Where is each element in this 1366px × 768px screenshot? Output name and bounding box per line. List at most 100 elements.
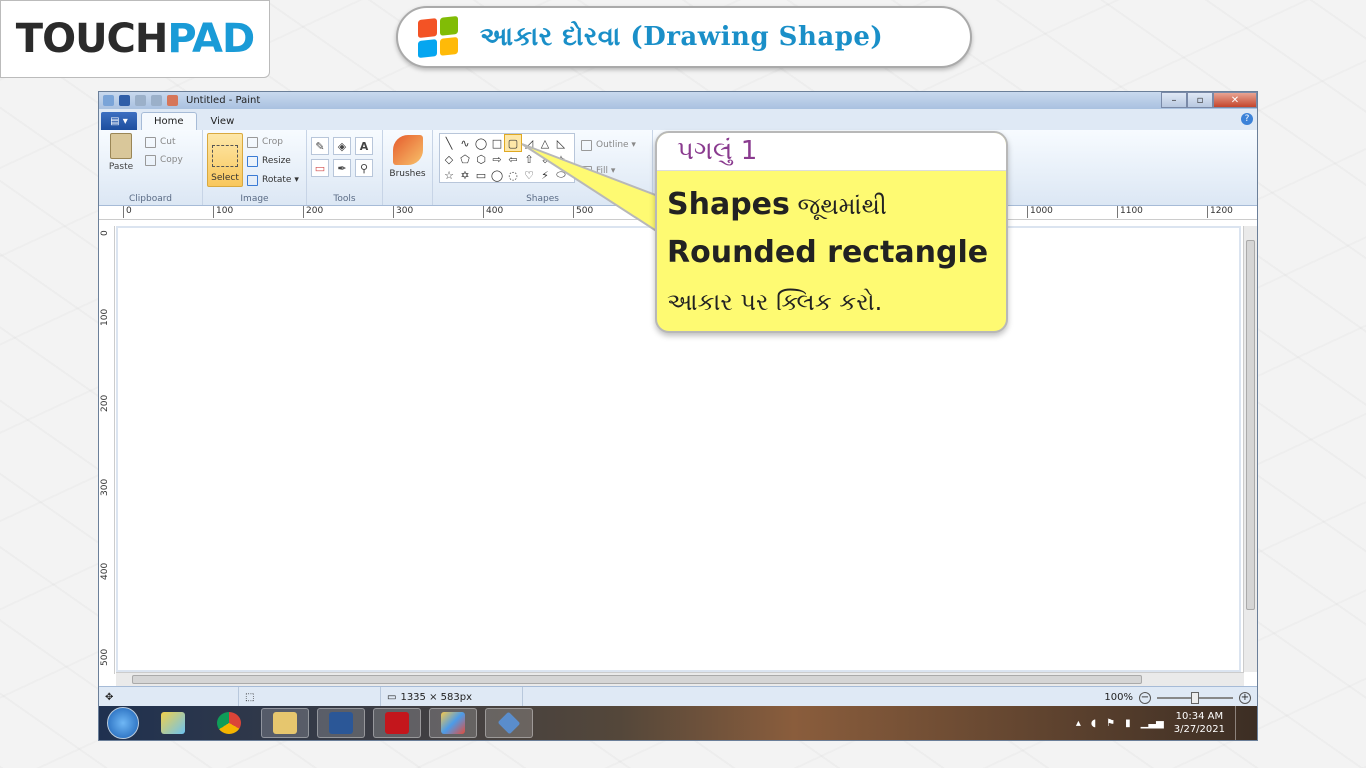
eraser-tool-icon[interactable]: ▭ xyxy=(311,159,329,177)
ruler-v-tick: 500 xyxy=(100,648,110,666)
down-arrow-shape-icon[interactable]: ⇩ xyxy=(537,151,553,167)
color-picker-icon[interactable]: ✒ xyxy=(333,159,351,177)
rectangle-shape-icon[interactable]: □ xyxy=(489,135,505,151)
paste-button[interactable]: Paste xyxy=(103,133,139,191)
show-desktop-button[interactable] xyxy=(1235,706,1245,740)
taskbar-explorer-item[interactable] xyxy=(261,708,309,738)
scissors-icon xyxy=(145,136,156,148)
fill-dropdown[interactable]: Fill ▾ xyxy=(581,162,636,180)
ruler-v-tick: 200 xyxy=(100,394,110,412)
taskbar-app-item[interactable] xyxy=(485,708,533,738)
flag-icon xyxy=(161,712,185,734)
network-icon[interactable]: ▁▃▅ xyxy=(1141,718,1164,729)
zoom-slider[interactable] xyxy=(1157,691,1233,704)
maximize-button[interactable]: ▫ xyxy=(1187,92,1213,108)
six-point-star-shape-icon[interactable]: ✡ xyxy=(457,167,473,183)
triangle-shape-icon[interactable]: △ xyxy=(537,135,553,151)
rotate-button[interactable]: Rotate ▾ xyxy=(247,171,299,189)
file-menu-button[interactable]: ▤ ▾ xyxy=(101,112,137,130)
right-triangle-shape-icon[interactable]: ◺ xyxy=(553,135,569,151)
taskbar-paint-item[interactable] xyxy=(429,708,477,738)
volume-icon[interactable]: ◖ xyxy=(1091,718,1096,729)
help-icon[interactable]: ? xyxy=(1241,113,1253,125)
undo-icon[interactable] xyxy=(135,95,146,106)
hexagon-shape-icon[interactable]: ⬡ xyxy=(473,151,489,167)
callout-line-1: Shapes જૂથમાંથી xyxy=(667,183,996,228)
cloud-callout-shape-icon[interactable]: ◌ xyxy=(505,167,521,183)
heart-shape-icon[interactable]: ♡ xyxy=(521,167,537,183)
outline-icon xyxy=(581,139,592,151)
window-title: Untitled - Paint xyxy=(186,95,261,106)
zoom-out-button[interactable]: − xyxy=(1139,691,1151,704)
shapes-gallery: ╲ ∿ ◯ □ ▢ ◿ △ ◺ ◇ ⬠ ⬡ ⇨ ⇦ ⇧ ⇩ ✧ ☆ ✡ ▭ ◯ xyxy=(439,133,575,183)
cut-button[interactable]: Cut xyxy=(145,133,183,151)
vertical-scrollbar[interactable] xyxy=(1243,226,1257,672)
brush-icon xyxy=(392,135,423,165)
select-button[interactable]: Select xyxy=(207,133,243,187)
rect-callout-shape-icon[interactable]: ▭ xyxy=(473,167,489,183)
brushes-button[interactable]: Brushes xyxy=(387,133,428,179)
lightning-shape-icon[interactable]: ⚡ xyxy=(537,167,553,183)
zoom-slider-knob[interactable] xyxy=(1191,691,1199,704)
zoom-in-button[interactable]: + xyxy=(1239,691,1251,704)
taskbar-desktop-item[interactable] xyxy=(149,708,197,738)
save-icon[interactable] xyxy=(119,95,130,106)
crop-button[interactable]: Crop xyxy=(247,133,299,151)
ruler-v-tick: 100 xyxy=(100,308,110,326)
tab-view[interactable]: View xyxy=(199,113,247,130)
rounded-rectangle-shape-icon[interactable]: ▢ xyxy=(504,134,522,152)
oval-shape-icon[interactable]: ◯ xyxy=(473,135,489,151)
redo-icon[interactable] xyxy=(151,95,162,106)
horizontal-scroll-thumb[interactable] xyxy=(132,675,1142,684)
ruler-h-tick: 400 xyxy=(483,206,503,218)
image-group-label: Image xyxy=(240,194,269,204)
oval-callout-shape-icon[interactable]: ◯ xyxy=(489,167,505,183)
taskbar-word-item[interactable] xyxy=(317,708,365,738)
ribbon-tabs: ▤ ▾ Home View ? xyxy=(99,109,1257,130)
text-tool-icon[interactable]: A xyxy=(355,137,373,155)
fill-icon xyxy=(581,165,592,177)
ruler-h-tick: 1000 xyxy=(1027,206,1053,218)
diamond-shape-icon[interactable]: ◇ xyxy=(441,151,457,167)
paste-label: Paste xyxy=(108,162,134,172)
pentagon-shape-icon[interactable]: ⬠ xyxy=(457,151,473,167)
cut-label: Cut xyxy=(160,137,176,147)
resize-label: Resize xyxy=(262,156,291,166)
shapes-group: ╲ ∿ ◯ □ ▢ ◿ △ ◺ ◇ ⬠ ⬡ ⇨ ⇦ ⇧ ⇩ ✧ ☆ ✡ ▭ ◯ xyxy=(433,130,653,205)
ruler-v-tick: 300 xyxy=(100,478,110,496)
clock[interactable]: 10:34 AM 3/27/2021 xyxy=(1174,710,1225,736)
polygon-shape-icon[interactable]: ◿ xyxy=(521,135,537,151)
ellipse-shape-icon[interactable]: ⬭ xyxy=(553,167,569,183)
taskbar-acrobat-item[interactable] xyxy=(373,708,421,738)
right-arrow-shape-icon[interactable]: ⇨ xyxy=(489,151,505,167)
eraser-icon[interactable] xyxy=(167,95,178,106)
left-arrow-shape-icon[interactable]: ⇦ xyxy=(505,151,521,167)
copy-button[interactable]: Copy xyxy=(145,151,183,169)
up-arrow-shape-icon[interactable]: ⇧ xyxy=(521,151,537,167)
power-icon[interactable]: ▮ xyxy=(1125,718,1131,729)
four-point-star-shape-icon[interactable]: ✧ xyxy=(553,151,569,167)
copy-icon xyxy=(145,154,156,166)
horizontal-scrollbar[interactable] xyxy=(116,672,1244,686)
minimize-button[interactable]: – xyxy=(1161,92,1187,108)
five-point-star-shape-icon[interactable]: ☆ xyxy=(441,167,457,183)
curve-shape-icon[interactable]: ∿ xyxy=(457,135,473,151)
pencil-icon[interactable]: ✎ xyxy=(311,137,329,155)
step-heading: પગલું 1 xyxy=(657,133,1006,171)
callout-line-3: આકાર પર ક્લિક કરો. xyxy=(667,288,883,316)
tray-expand-icon[interactable]: ▴ xyxy=(1076,718,1081,729)
line-shape-icon[interactable]: ╲ xyxy=(441,135,457,151)
crop-icon xyxy=(247,136,258,148)
vertical-scroll-thumb[interactable] xyxy=(1246,240,1255,610)
close-button[interactable]: ✕ xyxy=(1213,92,1257,108)
fill-bucket-icon[interactable]: ◈ xyxy=(333,137,351,155)
action-center-icon[interactable]: ⚑ xyxy=(1106,718,1115,729)
move-icon: ✥ xyxy=(105,692,114,703)
outline-dropdown[interactable]: Outline ▾ xyxy=(581,136,636,154)
magnifier-icon[interactable]: ⚲ xyxy=(355,159,373,177)
clipboard-group-label: Clipboard xyxy=(129,194,172,204)
resize-button[interactable]: Resize xyxy=(247,152,299,170)
start-button[interactable] xyxy=(107,707,139,739)
taskbar-chrome-item[interactable] xyxy=(205,708,253,738)
tab-home[interactable]: Home xyxy=(141,112,197,130)
